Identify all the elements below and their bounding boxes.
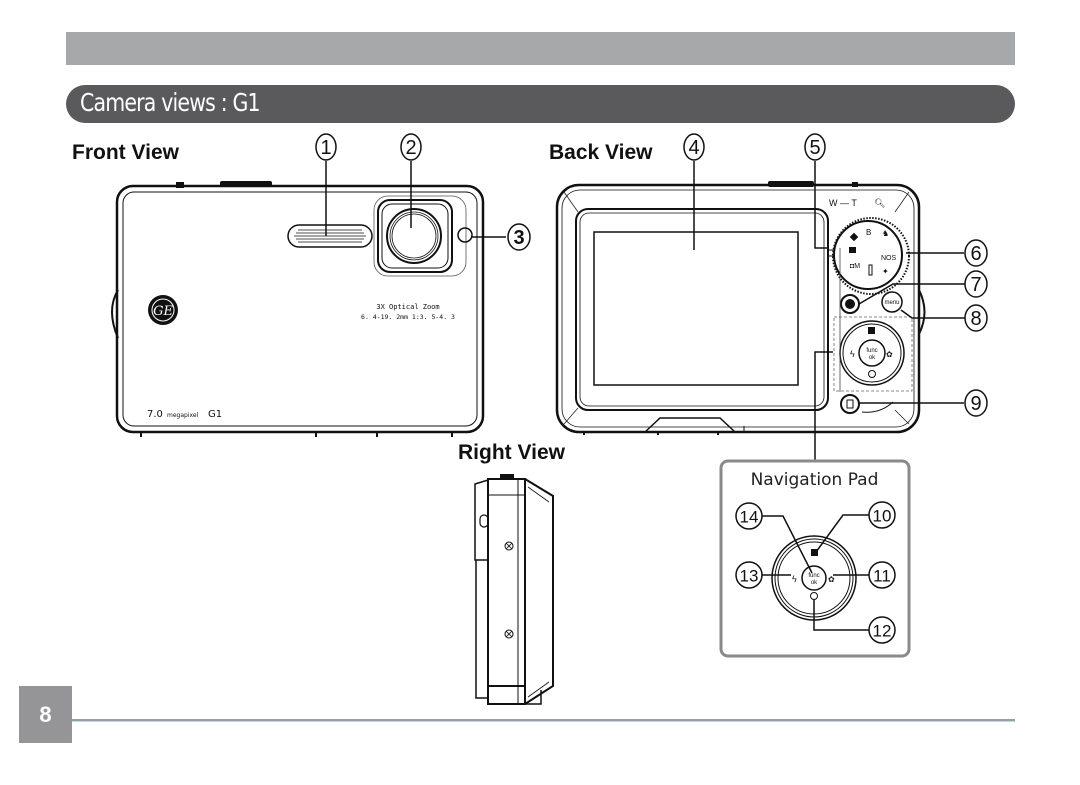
svg-text:ϟ: ϟ: [850, 349, 855, 359]
callout-11: 11: [868, 561, 896, 589]
svg-text:🔍︎: 🔍︎: [874, 198, 885, 208]
lens-spec-line1: 3X Optical Zoom: [376, 303, 439, 311]
flash-window: [287, 224, 373, 248]
svg-text:12: 12: [873, 622, 892, 641]
svg-text:func: func: [866, 348, 877, 354]
callout-10: 10: [868, 501, 896, 529]
callout-3: 3: [507, 223, 531, 251]
callout-5: 5: [804, 133, 826, 161]
svg-text:◘M: ◘M: [850, 263, 860, 270]
navigation-pad-title: Navigation Pad: [750, 470, 879, 490]
megapixel-unit: megapixel: [167, 412, 199, 419]
svg-text:6: 6: [970, 243, 981, 265]
svg-text:13: 13: [740, 567, 759, 586]
delete-button[interactable]: [840, 394, 860, 414]
back-view-camera: NOS B ♞ ◘M ✦ W — T 🔍︎ menu func ok ϟ ✿: [555, 181, 926, 435]
svg-text:✿: ✿: [828, 575, 835, 584]
svg-text:11: 11: [873, 567, 891, 586]
page-number-box: 8: [19, 686, 72, 743]
svg-text:3: 3: [513, 227, 524, 249]
svg-text:menu: menu: [884, 300, 899, 306]
svg-text:14: 14: [740, 508, 759, 527]
screw-icon: [504, 541, 514, 551]
callout-4: 4: [683, 133, 705, 161]
svg-text:func: func: [808, 573, 819, 579]
svg-text:10: 10: [873, 507, 892, 526]
svg-text:GE: GE: [153, 304, 173, 319]
callout-8: 8: [964, 304, 988, 332]
camera-illustrations: GE 3X Optical Zoom 6. 4-19. 2mm 1:3. 5-4…: [111, 133, 988, 705]
callout-12: 12: [868, 616, 896, 644]
callout-2: 2: [400, 133, 422, 161]
svg-text:♞: ♞: [882, 229, 889, 238]
svg-text:ok: ok: [811, 580, 818, 586]
svg-text:NOS: NOS: [881, 255, 897, 262]
ge-logo: GE: [148, 295, 178, 325]
svg-text:1: 1: [320, 137, 331, 159]
callout-9: 9: [964, 389, 988, 417]
svg-text:8: 8: [970, 308, 981, 330]
lens: [373, 195, 467, 277]
svg-text:ok: ok: [869, 355, 876, 361]
callout-6: 6: [964, 239, 988, 267]
svg-text:5: 5: [809, 137, 820, 159]
svg-text:2: 2: [405, 137, 416, 159]
svg-text:4: 4: [688, 137, 699, 159]
menu-button[interactable]: menu: [881, 291, 903, 313]
lens-spec-line2: 6. 4-19. 2mm 1:3. 5-4. 3: [361, 313, 455, 321]
back-navigation-pad[interactable]: func ok ϟ ✿: [839, 320, 905, 386]
navigation-pad-panel: func ok ϟ ✿ 10 11 12 13 14: [719, 459, 911, 658]
screw-icon: [504, 629, 514, 639]
self-timer-led: [457, 227, 473, 243]
callout-14: 14: [735, 502, 763, 530]
svg-text:ϟ: ϟ: [792, 574, 797, 584]
right-view-camera: [474, 474, 554, 705]
callout-13: 13: [735, 561, 763, 589]
svg-text:9: 9: [970, 393, 981, 415]
svg-text:B: B: [866, 228, 871, 237]
callout-1: 1: [315, 133, 337, 161]
callout-7: 7: [964, 270, 988, 298]
svg-text:7: 7: [970, 274, 981, 296]
zoom-lever-label: W — T: [829, 198, 857, 208]
footer-rule: [72, 719, 1015, 722]
svg-text:✦: ✦: [882, 267, 889, 276]
lcd-screen: [593, 231, 799, 386]
face-detect-button[interactable]: [840, 294, 860, 314]
model-name: G1: [208, 409, 222, 420]
megapixel-value: 7.0: [147, 409, 163, 420]
page-number: 8: [39, 702, 52, 727]
svg-text:✿: ✿: [886, 350, 893, 359]
